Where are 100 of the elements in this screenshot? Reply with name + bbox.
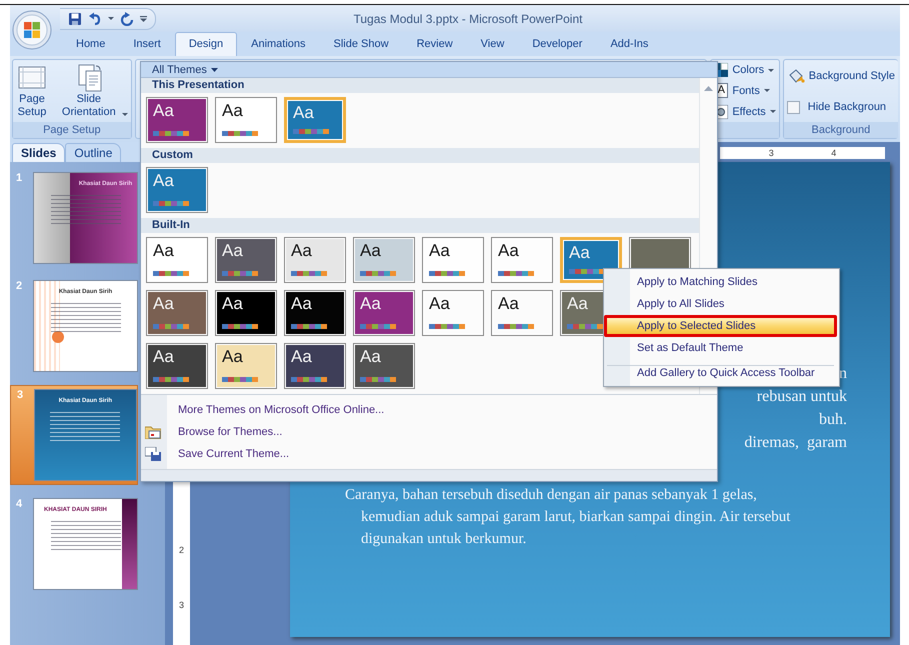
color-swatches-drawing: [153, 131, 189, 136]
section-header: Custom: [141, 148, 699, 164]
ruler-number: 2: [178, 545, 184, 555]
caret-icon[interactable]: [108, 17, 114, 20]
theme-thumbnail[interactable]: Aa: [560, 237, 622, 284]
slide-text: diremas, garam: [744, 433, 847, 453]
theme-preview-text: Aa: [567, 294, 588, 314]
save-theme-icon: [145, 447, 161, 462]
gallery-command[interactable]: Save Current Theme...: [141, 443, 717, 466]
color-swatches-drawing: [153, 324, 189, 330]
customize-toolbar-icon[interactable]: [140, 16, 147, 22]
theme-preview-text: Aa: [498, 294, 519, 314]
background-styles-button[interactable]: Background Style: [786, 68, 895, 84]
ribbon-tab[interactable]: Animations: [237, 32, 320, 56]
page-setup-button[interactable]: Page Setup: [17, 63, 47, 122]
slide-orientation-button[interactable]: Slide Orientation: [51, 63, 127, 122]
redo-icon[interactable]: [120, 12, 134, 26]
undo-icon[interactable]: [88, 12, 102, 26]
theme-preview-text: Aa: [291, 241, 312, 262]
theme-thumbnail[interactable]: Aa: [353, 290, 415, 336]
ribbon-tab[interactable]: View: [466, 32, 518, 56]
theme-thumbnail[interactable]: Aa: [422, 290, 484, 336]
theme-preview-text: Aa: [153, 294, 174, 314]
pane-tab[interactable]: Outline: [65, 143, 122, 162]
ribbon-tab[interactable]: Developer: [518, 32, 596, 56]
theme-thumbnail[interactable]: Aa: [215, 237, 277, 284]
theme-thumbnail[interactable]: Aa: [353, 237, 415, 284]
caret-icon: [210, 68, 218, 72]
ribbon-tab[interactable]: Add-Ins: [596, 32, 662, 56]
group-label: Page Setup: [13, 122, 131, 138]
ribbon-tab[interactable]: Slide Show: [320, 32, 403, 56]
slide-paragraph: Caranya, bahan tersebuh diseduh dengan air panas sebanyak 1 gelas, kemudian aduk sampai garam larut, biarkan sampai dingin. Air tersebut digunakan untuk berkumur.: [345, 486, 792, 549]
color-swatches-drawing: [153, 201, 189, 206]
theme-preview-text: Aa: [153, 101, 174, 122]
slide-number: 3: [17, 389, 24, 401]
ruler-number: 3: [768, 148, 774, 158]
color-swatches-drawing: [291, 324, 327, 330]
color-swatches-drawing: [291, 377, 327, 382]
theme-preview-text: Aa: [360, 347, 381, 368]
ribbon-tab[interactable]: Design: [174, 32, 238, 56]
color-swatches-drawing: [153, 377, 189, 382]
section-header: Built-In: [141, 218, 699, 234]
menu-item[interactable]: Apply to Selected Slides: [604, 315, 837, 337]
theme-preview-text: Aa: [291, 294, 312, 314]
decoration-dot-drawing: [52, 331, 64, 343]
theme-thumbnail[interactable]: Aa: [491, 290, 553, 336]
theme-preview-text: Aa: [222, 294, 243, 314]
theme-thumbnail[interactable]: Aa: [284, 343, 346, 390]
theme-thumbnail[interactable]: Aa: [215, 290, 277, 336]
ruler-number: 4: [831, 148, 836, 158]
color-swatches-drawing: [360, 271, 396, 276]
theme-thumbnail[interactable]: Aa: [215, 343, 277, 390]
theme-preview-text: Aa: [222, 101, 243, 122]
ribbon-tab[interactable]: Home: [62, 32, 120, 56]
slide-text: rebusan untuk: [756, 387, 847, 407]
ribbon-tab[interactable]: Review: [402, 32, 467, 56]
color-swatches-drawing: [153, 271, 189, 276]
group-label: Background: [784, 122, 898, 138]
theme-preview-text: Aa: [498, 241, 519, 262]
theme-thumbnail[interactable]: Aa: [422, 237, 484, 284]
paint-bucket-icon: [786, 68, 805, 84]
theme-preview-text: Aa: [222, 347, 243, 368]
all-themes-filter[interactable]: All Themes: [152, 64, 218, 76]
pane-tab[interactable]: Slides: [12, 143, 66, 162]
hide-background-checkbox[interactable]: Hide Backgroun: [786, 100, 895, 114]
gallery-command[interactable]: Browse for Themes...: [141, 421, 717, 444]
theme-thumbnail[interactable]: Aa: [215, 97, 277, 144]
color-swatches-drawing: [498, 271, 534, 276]
theme-thumbnail[interactable]: Aa: [146, 167, 208, 214]
theme-preview-text: Aa: [360, 241, 381, 262]
theme-thumbnail[interactable]: Aa: [146, 237, 208, 284]
color-swatches-drawing: [360, 324, 396, 330]
color-swatches-drawing: [222, 131, 258, 136]
gallery-command[interactable]: More Themes on Microsoft Office Online...: [141, 399, 717, 422]
resize-grip[interactable]: [141, 469, 717, 481]
caret-icon: [768, 68, 774, 72]
window-title: Tugas Modul 3.pptx - Microsoft PowerPoint: [352, 12, 584, 26]
slide-text: buh.: [819, 410, 847, 430]
theme-preview-text: Aa: [293, 103, 314, 124]
theme-preview-text: Aa: [153, 241, 174, 262]
ribbon-tab[interactable]: Insert: [119, 32, 175, 56]
theme-thumbnail[interactable]: Aa: [146, 343, 208, 390]
color-swatches-drawing: [429, 324, 465, 330]
caret-icon: [764, 89, 770, 92]
theme-thumbnail[interactable]: Aa: [146, 97, 208, 144]
save-icon[interactable]: [68, 12, 82, 26]
theme-preview-text: Aa: [291, 347, 312, 368]
theme-thumbnail[interactable]: Aa: [284, 290, 346, 336]
theme-thumbnail[interactable]: Aa: [146, 290, 208, 336]
theme-preview-text: Aa: [569, 243, 590, 264]
color-swatches-drawing: [498, 324, 534, 330]
slide-text: n: [839, 364, 847, 384]
color-swatches-drawing: [569, 269, 605, 274]
menu-item[interactable]: Set as Default Theme: [604, 337, 837, 359]
theme-thumbnail[interactable]: Aa: [284, 97, 346, 144]
theme-thumbnail[interactable]: Aa: [491, 237, 553, 284]
theme-thumbnail[interactable]: Aa: [284, 237, 346, 284]
theme-thumbnail[interactable]: Aa: [353, 343, 415, 390]
color-swatches-drawing: [222, 377, 258, 382]
menu-item[interactable]: Add Gallery to Quick Access Toolbar: [604, 362, 837, 384]
